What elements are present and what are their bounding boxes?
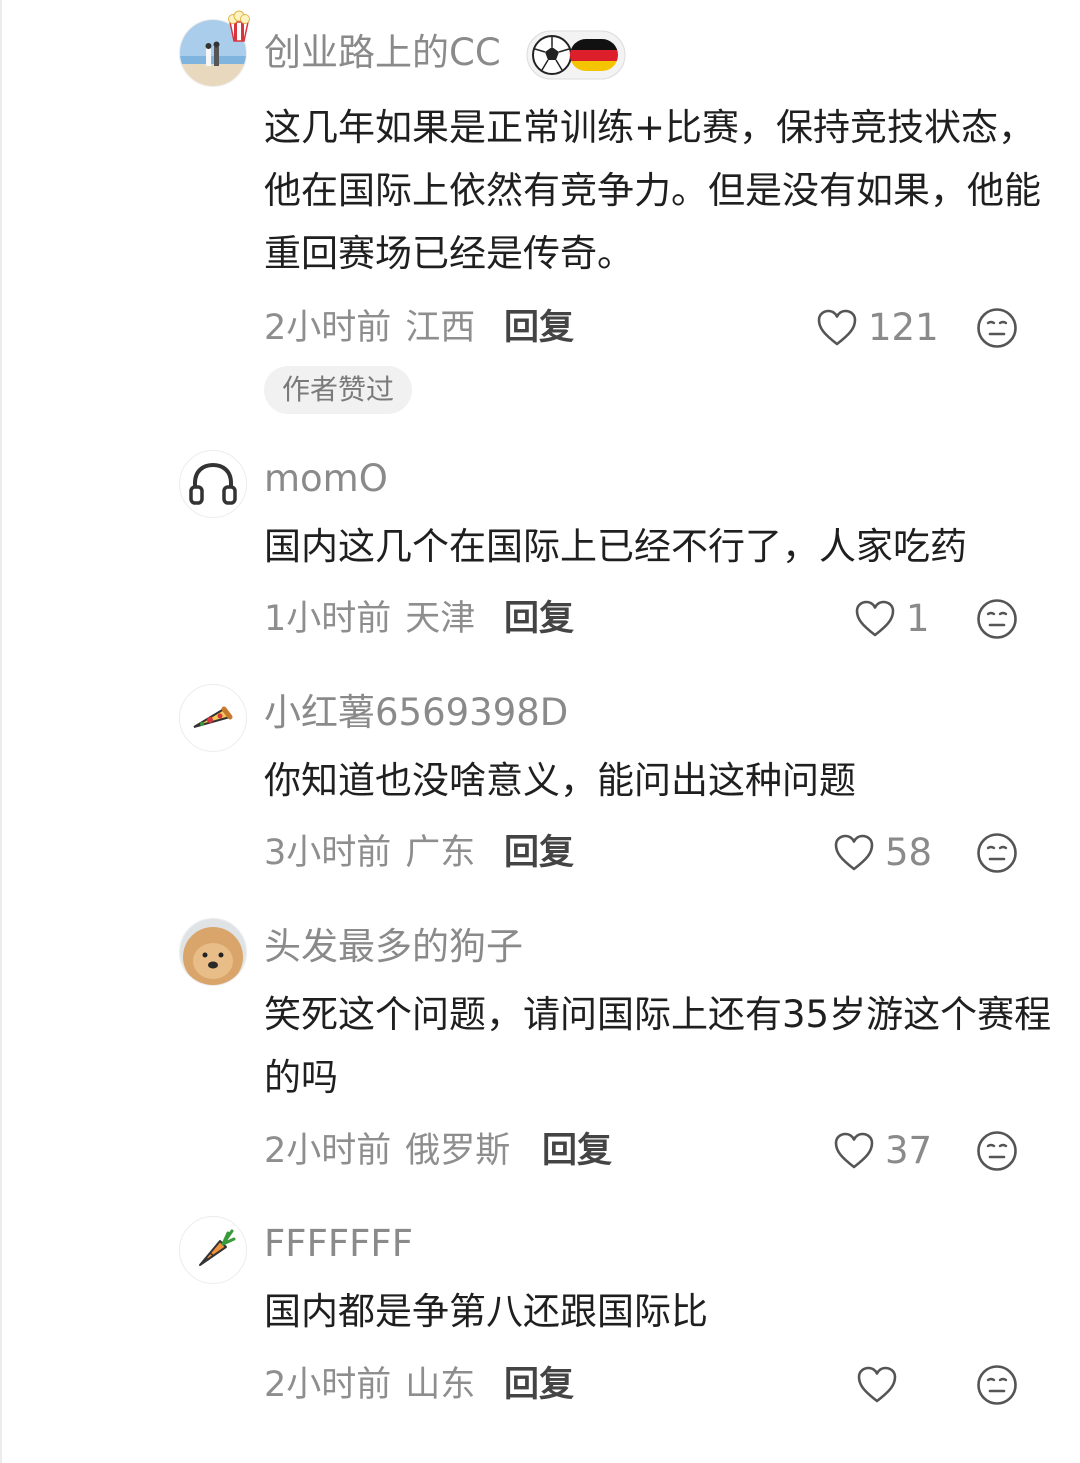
comment-text: 笑死这个问题，请问国际上还有35岁游这个赛程的吗 [264,993,1052,1099]
comment-text: 国内都是争第八还跟国际比 [264,1290,708,1333]
comment-time: 2小时前 [264,1365,392,1405]
comment-time: 2小时前 [264,1131,392,1171]
comment-location: 江西 [405,308,476,348]
comment-time: 2小时前 [264,308,392,348]
comment-location: 天津 [405,599,476,639]
avatar[interactable] [179,918,247,986]
like-button[interactable] [856,1363,908,1407]
like-count: 1 [906,597,930,640]
comment-location: 广东 [405,833,476,873]
dislike-face-icon[interactable] [975,1129,1019,1173]
comment-time: 1小时前 [264,599,392,639]
comment-meta: 1小时前 天津 [264,597,475,641]
dislike-face-icon[interactable] [975,1363,1019,1407]
reply-button[interactable]: 回复 [504,831,574,875]
comment-meta: 3小时前 广东 [264,831,475,875]
like-button[interactable]: 121 [816,306,939,350]
comment-meta: 2小时前 山东 [264,1363,475,1407]
avatar[interactable] [179,450,247,518]
headphones-icon [189,462,237,505]
comment-meta: 2小时前 俄罗斯 [264,1129,510,1173]
reply-button[interactable]: 回复 [504,1363,574,1407]
like-count: 121 [868,306,939,349]
avatar[interactable] [179,684,247,752]
carrot-icon [199,1229,236,1266]
author-liked-tag: 作者赞过 [264,366,412,414]
comment-location: 俄罗斯 [405,1131,511,1171]
username[interactable]: momO [264,457,388,501]
username[interactable]: 头发最多的狗子 [264,925,523,969]
popcorn-decoration-icon [228,10,250,42]
like-count: 37 [885,1129,933,1172]
username[interactable]: FFFFFFF [264,1222,413,1266]
comment-text: 你知道也没啥意义，能问出这种问题 [264,759,856,802]
username[interactable]: 创业路上的CC [264,31,501,75]
dislike-face-icon[interactable] [975,831,1019,875]
reply-button[interactable]: 回复 [542,1129,612,1173]
like-button[interactable]: 1 [854,597,930,641]
football-germany-flag-badge-icon [526,30,626,80]
reply-button[interactable]: 回复 [504,306,574,350]
reply-button[interactable]: 回复 [504,597,574,641]
like-button[interactable]: 37 [833,1129,932,1173]
username[interactable]: 小红薯6569398D [264,691,568,735]
comment-meta: 2小时前 江西 [264,306,475,350]
avatar[interactable] [179,1216,247,1284]
dislike-face-icon[interactable] [975,597,1019,641]
heart-icon [817,309,857,346]
heart-icon [857,1366,897,1403]
comment-text: 这几年如果是正常训练+比赛，保持竞技状态，他在国际上依然有竞争力。但是没有如果，… [264,106,1041,275]
heart-icon [834,834,874,871]
pizza-icon [193,706,233,728]
heart-icon [834,1132,874,1169]
comment-time: 3小时前 [264,833,392,873]
comment-text: 国内这几个在国际上已经不行了，人家吃药 [264,525,967,568]
like-count: 58 [885,831,933,874]
dislike-face-icon[interactable] [975,306,1019,350]
like-button[interactable]: 58 [833,831,932,875]
fluffy-dog-photo-icon [180,919,246,985]
page-edge [0,0,2,1463]
heart-icon [855,600,895,637]
comment-location: 山东 [405,1365,476,1405]
